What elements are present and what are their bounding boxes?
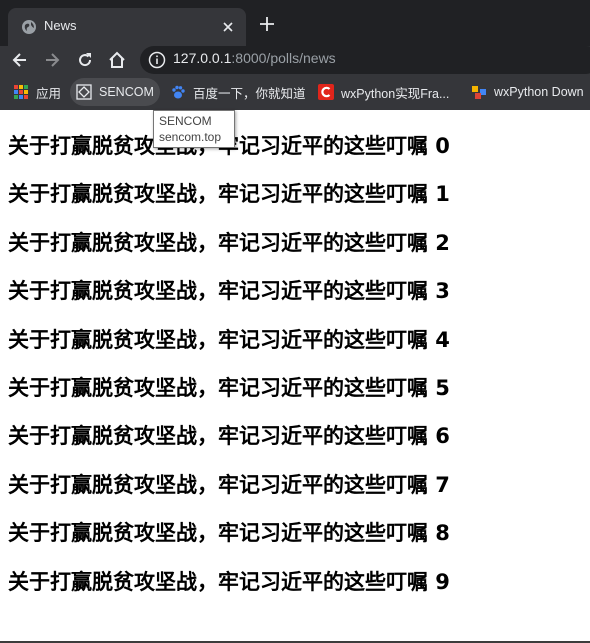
bookmark-csdn[interactable]: wxPython实现Fra... <box>318 74 449 110</box>
news-item: 关于打赢脱贫攻坚战，牢记习近平的这些叮嘱 7 <box>8 472 450 497</box>
sencom-icon <box>76 84 92 100</box>
news-item: 关于打赢脱贫攻坚战，牢记习近平的这些叮嘱 5 <box>8 375 450 400</box>
news-item: 关于打赢脱贫攻坚战，牢记习近平的这些叮嘱 2 <box>8 230 450 255</box>
forward-arrow-icon[interactable] <box>42 50 62 70</box>
tooltip-title: SENCOM <box>159 114 212 128</box>
tab-strip: News <box>0 0 590 46</box>
url-host: 127.0.0.1 <box>173 50 232 66</box>
tab-title: News <box>44 18 77 33</box>
news-item: 关于打赢脱贫攻坚战，牢记习近平的这些叮嘱 1 <box>8 182 450 207</box>
address-bar[interactable]: 127.0.0.1:8000/polls/news <box>140 46 590 74</box>
bookmark-tooltip: SENCOM sencom.top <box>153 110 235 148</box>
csdn-c-icon <box>318 84 334 100</box>
reload-icon[interactable] <box>75 50 95 70</box>
bookmarks-bar: 应用 SENCOM 百度一下，你就知道 wxPython实现Fra... wxP… <box>0 74 590 110</box>
news-list: 关于打赢脱贫攻坚战，牢记习近平的这些叮嘱 0 关于打赢脱贫攻坚战，牢记习近平的这… <box>8 124 583 608</box>
news-item: 关于打赢脱贫攻坚战，牢记习近平的这些叮嘱 4 <box>8 327 450 352</box>
bookmark-baidu[interactable]: 百度一下，你就知道 <box>170 74 306 110</box>
close-tab-icon[interactable] <box>218 17 238 37</box>
bookmark-label: 应用 <box>36 86 62 101</box>
news-item: 关于打赢脱贫攻坚战，牢记习近平的这些叮嘱 8 <box>8 521 450 546</box>
bookmark-apps[interactable]: 应用 <box>13 74 61 110</box>
new-tab-icon[interactable] <box>256 13 278 35</box>
tab-news[interactable]: News <box>8 8 246 46</box>
bookmark-label: SENCOM <box>99 85 154 99</box>
bookmark-sencom[interactable]: SENCOM <box>70 78 160 106</box>
bookmark-label: 百度一下，你就知道 <box>193 86 306 101</box>
wxpython-icon <box>472 86 486 99</box>
baidu-paw-icon <box>172 85 185 99</box>
globe-icon <box>22 20 36 34</box>
apps-grid-icon <box>14 85 28 99</box>
home-icon[interactable] <box>107 50 127 70</box>
tooltip-url: sencom.top <box>159 130 222 144</box>
back-arrow-icon[interactable] <box>10 50 30 70</box>
news-item: 关于打赢脱贫攻坚战，牢记习近平的这些叮嘱 0 <box>8 134 450 158</box>
news-item: 关于打赢脱贫攻坚战，牢记习近平的这些叮嘱 9 <box>8 569 450 594</box>
info-icon[interactable] <box>148 51 166 69</box>
url-text[interactable]: 127.0.0.1:8000/polls/news <box>173 50 336 66</box>
toolbar: 127.0.0.1:8000/polls/news <box>0 46 590 74</box>
news-item: 关于打赢脱贫攻坚战，牢记习近平的这些叮嘱 3 <box>8 279 450 304</box>
url-path: :8000/polls/news <box>231 50 336 66</box>
news-item: 关于打赢脱贫攻坚战，牢记习近平的这些叮嘱 6 <box>8 424 450 449</box>
bookmark-label: wxPython Down <box>494 85 584 99</box>
bookmark-label: wxPython实现Fra... <box>341 86 450 101</box>
bookmark-wxpython[interactable]: wxPython Down <box>471 74 584 110</box>
